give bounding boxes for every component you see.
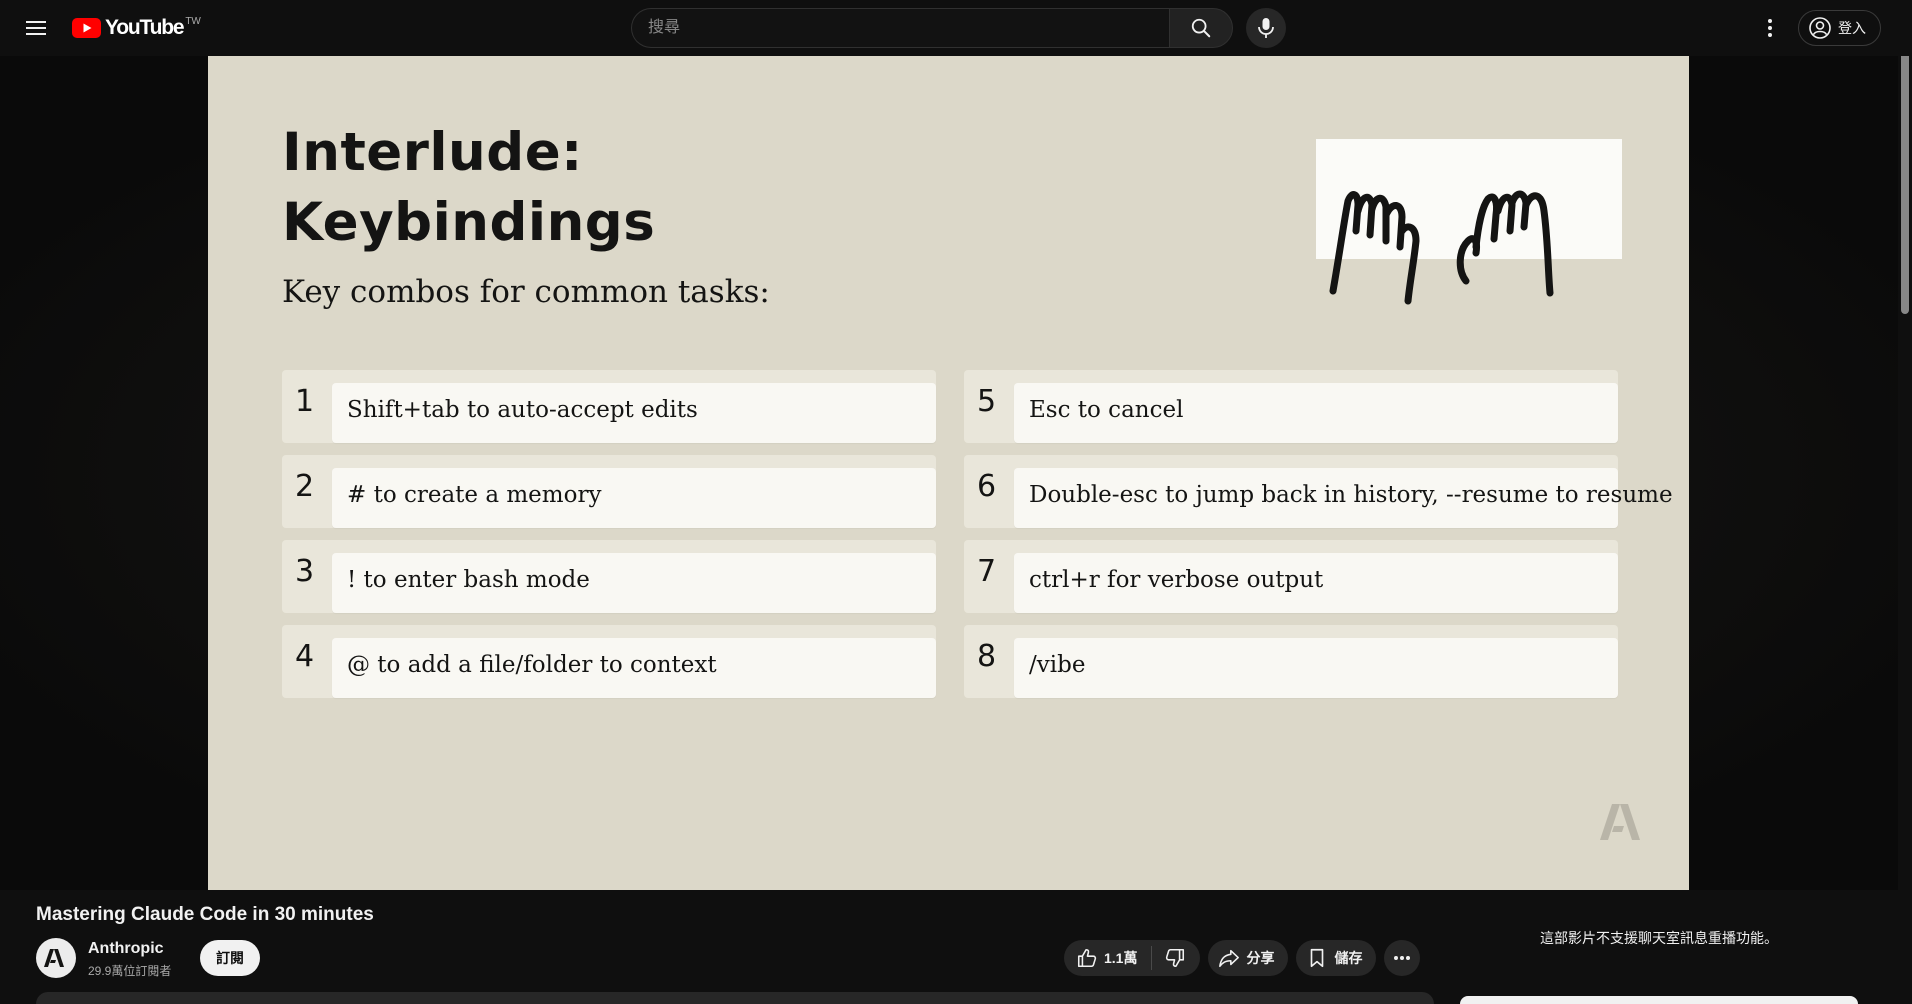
keybinding-item: 7 ctrl+r for verbose output xyxy=(964,540,1618,613)
settings-menu-button[interactable] xyxy=(1750,8,1790,48)
search-input[interactable] xyxy=(631,8,1169,48)
anthropic-logo-icon xyxy=(44,949,64,967)
channel-avatar[interactable] xyxy=(36,938,76,978)
keybinding-card: Double-esc to jump back in history, --re… xyxy=(1014,468,1673,528)
masthead: YouTube TW 登入 xyxy=(0,0,1912,56)
anthropic-watermark-icon xyxy=(1600,804,1640,840)
keybinding-item: 2 # to create a memory xyxy=(282,455,936,528)
subscribe-button[interactable]: 訂閱 xyxy=(200,940,260,976)
keybinding-item: 4 @ to add a file/folder to context xyxy=(282,625,936,698)
vertical-dots-icon xyxy=(1768,19,1772,37)
scrollbar-thumb[interactable] xyxy=(1901,18,1909,314)
keybinding-number: 3 xyxy=(295,554,315,589)
keybinding-text: # to create a memory xyxy=(347,482,602,508)
keybinding-card: Shift+tab to auto-accept edits xyxy=(332,383,936,443)
thumbs-up-icon xyxy=(1077,948,1097,968)
keybinding-text: ! to enter bash mode xyxy=(347,567,590,593)
keybinding-number: 2 xyxy=(295,469,315,504)
description-box[interactable] xyxy=(36,992,1434,1004)
search-button[interactable] xyxy=(1169,8,1233,48)
keybinding-text: ctrl+r for verbose output xyxy=(1029,567,1324,593)
voice-search-button[interactable] xyxy=(1246,8,1286,48)
keybinding-number: 8 xyxy=(977,639,997,674)
keybinding-text: @ to add a file/folder to context xyxy=(347,652,717,678)
youtube-play-icon xyxy=(72,18,101,38)
slide-subtitle: Key combos for common tasks: xyxy=(282,274,770,310)
keybinding-number: 4 xyxy=(295,639,315,674)
keybinding-item: 6 Double-esc to jump back in history, --… xyxy=(964,455,1673,528)
slide-title: Interlude: Keybindings xyxy=(282,118,655,258)
video-title: Mastering Claude Code in 30 minutes xyxy=(36,904,374,925)
keybinding-text: Esc to cancel xyxy=(1029,397,1184,423)
keybinding-number: 7 xyxy=(977,554,997,589)
keybinding-text: Shift+tab to auto-accept edits xyxy=(347,397,698,423)
logo-region-code: TW xyxy=(185,15,201,27)
chat-panel-edge xyxy=(1460,996,1858,1004)
keybindings-list: 1 Shift+tab to auto-accept edits 5 Esc t… xyxy=(282,370,1673,698)
share-button[interactable]: 分享 xyxy=(1208,940,1289,976)
video-frame-slide: Interlude: Keybindings Key combos for co… xyxy=(208,56,1689,890)
like-button[interactable]: 1.1萬 xyxy=(1064,940,1151,976)
keybinding-card: Esc to cancel xyxy=(1014,383,1618,443)
sign-in-button[interactable]: 登入 xyxy=(1798,10,1881,46)
dislike-button[interactable] xyxy=(1152,940,1200,976)
chat-replay-unavailable-notice: 這部影片不支援聊天室訊息重播功能。 xyxy=(1540,930,1778,946)
keybinding-number: 6 xyxy=(977,469,997,504)
logo-wordmark: YouTube xyxy=(105,16,185,39)
share-arrow-icon xyxy=(1219,949,1240,968)
like-count: 1.1萬 xyxy=(1104,950,1138,966)
hands-on-keyboard-illustration xyxy=(1308,131,1628,321)
guide-menu-button[interactable] xyxy=(16,8,56,48)
share-label: 分享 xyxy=(1246,950,1275,966)
keybinding-item: 5 Esc to cancel xyxy=(964,370,1618,443)
keybinding-card: ! to enter bash mode xyxy=(332,553,936,613)
keybinding-card: /vibe xyxy=(1014,638,1618,698)
search-box xyxy=(631,8,1233,48)
save-button[interactable]: 儲存 xyxy=(1296,940,1377,976)
slide-title-line-2: Keybindings xyxy=(282,192,656,253)
hamburger-icon xyxy=(26,21,46,35)
keybinding-number: 5 xyxy=(977,384,997,419)
save-label: 儲存 xyxy=(1334,950,1363,966)
keybinding-text: Double-esc to jump back in history, --re… xyxy=(1029,482,1673,508)
more-actions-button[interactable] xyxy=(1384,940,1421,976)
keybinding-item: 8 /vibe xyxy=(964,625,1618,698)
account-icon xyxy=(1809,17,1831,39)
search-icon xyxy=(1191,18,1211,38)
video-actions: 1.1萬 分享 儲存 xyxy=(1064,940,1421,976)
youtube-logo[interactable]: YouTube TW xyxy=(72,14,201,42)
horizontal-dots-icon xyxy=(1394,956,1411,960)
keybinding-number: 1 xyxy=(295,384,315,419)
keybinding-text: /vibe xyxy=(1029,652,1086,678)
page-scrollbar[interactable] xyxy=(1898,0,1912,1002)
thumbs-down-icon xyxy=(1166,948,1185,968)
slide-title-line-1: Interlude: xyxy=(282,122,583,183)
bookmark-icon xyxy=(1311,948,1324,968)
microphone-icon xyxy=(1258,18,1274,38)
channel-name[interactable]: Anthropic xyxy=(88,940,164,958)
channel-subscriber-count: 29.9萬位訂閱者 xyxy=(88,964,172,978)
video-player[interactable]: Interlude: Keybindings Key combos for co… xyxy=(0,56,1898,890)
like-dislike-group: 1.1萬 xyxy=(1064,940,1201,976)
sign-in-label: 登入 xyxy=(1838,20,1866,36)
keybinding-item: 3 ! to enter bash mode xyxy=(282,540,936,613)
keybinding-item: 1 Shift+tab to auto-accept edits xyxy=(282,370,936,443)
keybinding-card: ctrl+r for verbose output xyxy=(1014,553,1618,613)
hands-icon xyxy=(1329,190,1554,305)
keybinding-card: @ to add a file/folder to context xyxy=(332,638,936,698)
keybinding-card: # to create a memory xyxy=(332,468,936,528)
